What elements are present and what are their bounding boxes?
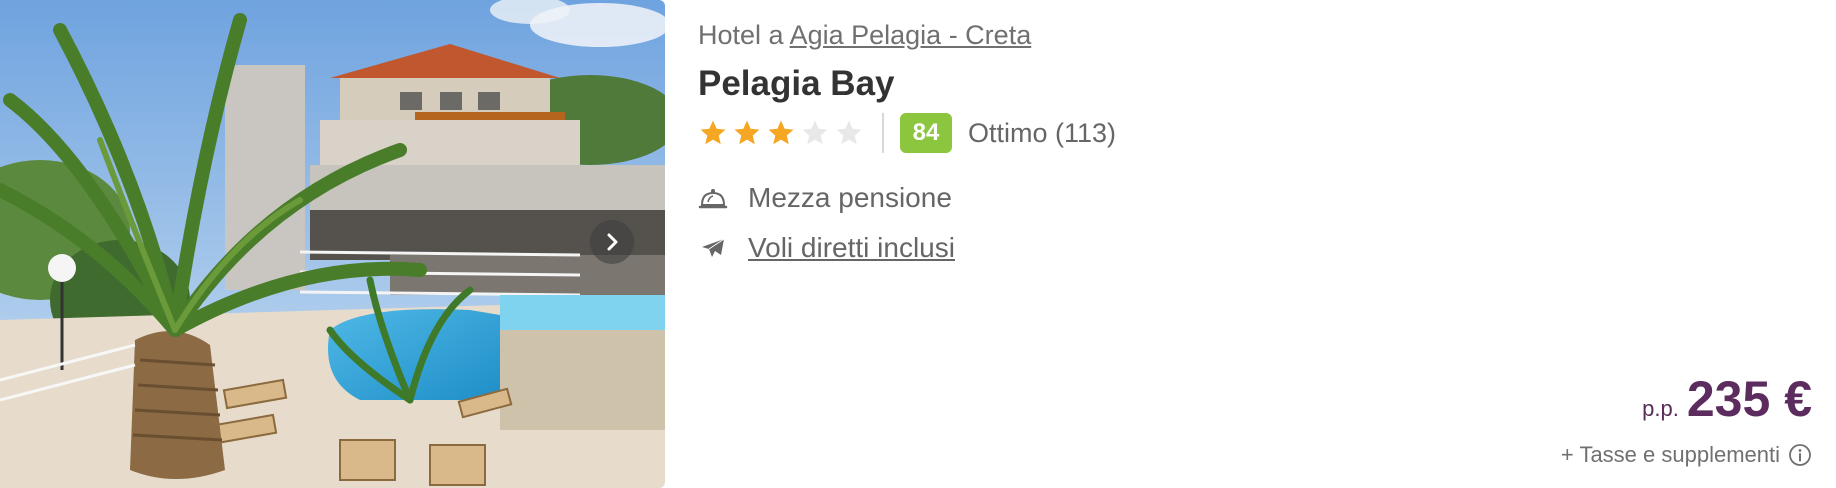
flights-feature[interactable]: Voli diretti inclusi <box>698 232 955 264</box>
star-empty-icon <box>836 120 862 145</box>
board-feature: Mezza pensione <box>698 182 952 214</box>
star-filled-icon <box>768 120 794 145</box>
info-icon[interactable] <box>1788 443 1812 467</box>
hotel-name[interactable]: Pelagia Bay <box>698 64 895 104</box>
location-link[interactable]: Agia Pelagia - Creta <box>790 20 1032 50</box>
rating-row: 84 Ottimo (113) <box>698 112 1116 154</box>
star-filled-icon <box>700 120 726 145</box>
next-photo-button[interactable] <box>590 220 634 264</box>
star-filled-icon <box>734 120 760 145</box>
flights-label[interactable]: Voli diretti inclusi <box>748 232 955 264</box>
star-empty-icon <box>802 120 828 145</box>
cloche-icon <box>698 183 728 213</box>
hotel-location: Hotel a Agia Pelagia - Creta <box>698 20 1031 51</box>
rating-divider <box>882 113 884 153</box>
chevron-right-icon <box>607 233 618 251</box>
taxes-note: + Tasse e supplementi <box>1561 442 1812 468</box>
airplane-icon <box>698 233 728 263</box>
taxes-label: + Tasse e supplementi <box>1560 442 1780 467</box>
location-prefix: Hotel a <box>698 20 784 50</box>
score-badge: 84 <box>900 113 952 153</box>
hotel-card[interactable]: Hotel a Agia Pelagia - Creta Pelagia Bay… <box>0 0 1836 488</box>
review-summary[interactable]: Ottimo (113) <box>968 118 1116 149</box>
hotel-photo[interactable] <box>0 0 665 488</box>
price-line: p.p. 235 € <box>1561 370 1812 428</box>
price-block: p.p. 235 € + Tasse e supplementi <box>1561 370 1812 468</box>
hotel-info: Hotel a Agia Pelagia - Creta Pelagia Bay… <box>698 0 1836 488</box>
per-person-label: p.p. <box>1642 396 1679 421</box>
star-rating <box>698 118 864 148</box>
hotel-photo-image <box>0 0 665 488</box>
price-amount: 235 € <box>1686 371 1812 427</box>
board-label: Mezza pensione <box>748 182 952 213</box>
